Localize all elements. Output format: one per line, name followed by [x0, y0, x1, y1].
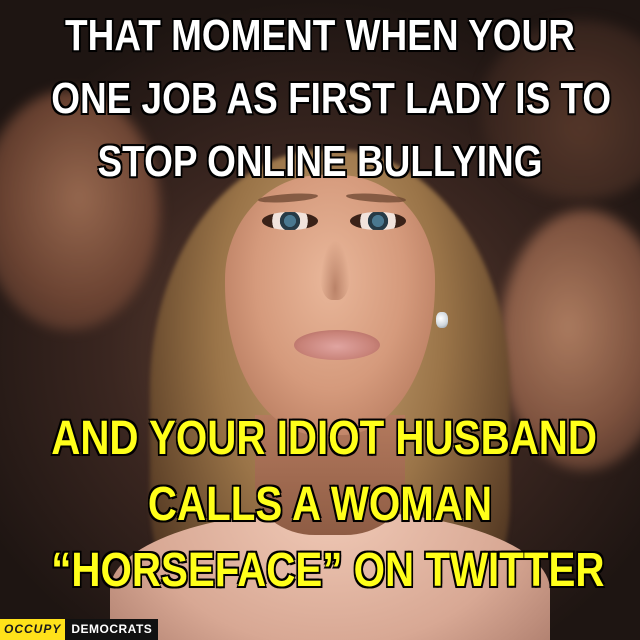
- subject-lips: [294, 330, 380, 360]
- bottom-caption: AND YOUR IDIOT HUSBAND CALLS A WOMAN “HO…: [51, 406, 605, 604]
- earring: [436, 312, 448, 328]
- bottom-caption-line-3: “HORSEFACE” ON TWITTER: [51, 544, 605, 597]
- watermark-occupy: OCCUPY: [0, 619, 66, 640]
- top-caption-line-2: ONE JOB AS FIRST LADY IS TO: [51, 74, 612, 123]
- watermark-democrats: DEMOCRATS: [65, 619, 159, 640]
- subject-eye-left: [262, 212, 318, 230]
- subject-eye-right: [350, 212, 406, 230]
- subject-nose: [320, 240, 350, 300]
- subject-face: [225, 175, 435, 435]
- top-caption-line-1: THAT MOMENT WHEN YOUR: [65, 11, 575, 60]
- meme-image: THAT MOMENT WHEN YOUR ONE JOB AS FIRST L…: [0, 0, 640, 640]
- top-caption: THAT MOMENT WHEN YOUR ONE JOB AS FIRST L…: [51, 4, 612, 193]
- watermark-logo: OCCUPY DEMOCRATS: [0, 619, 159, 640]
- top-caption-line-3: STOP ONLINE BULLYING: [97, 137, 543, 186]
- bottom-caption-line-2: CALLS A WOMAN: [147, 478, 493, 531]
- bottom-caption-line-1: AND YOUR IDIOT HUSBAND: [51, 412, 598, 465]
